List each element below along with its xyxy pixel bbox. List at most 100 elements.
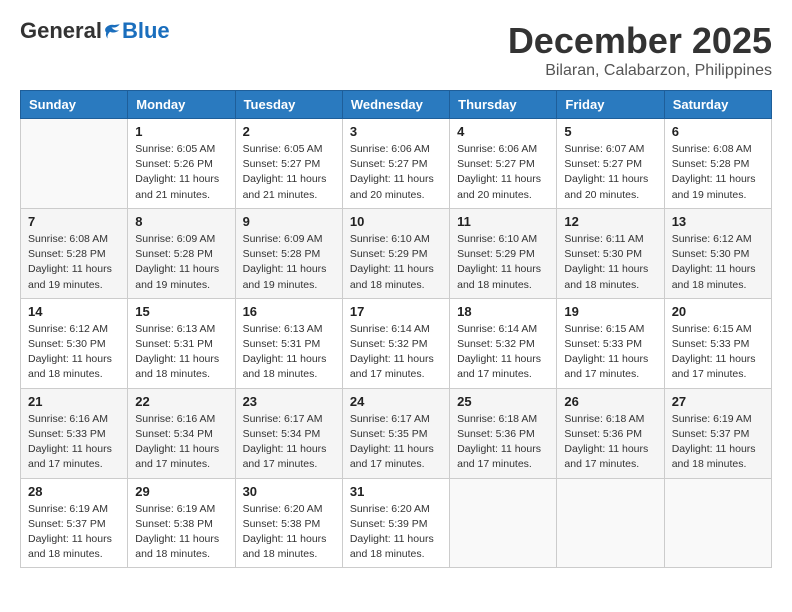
day-info: Sunrise: 6:14 AM Sunset: 5:32 PM Dayligh… [457, 322, 549, 383]
calendar-header-row: SundayMondayTuesdayWednesdayThursdayFrid… [21, 91, 772, 119]
day-number: 30 [243, 484, 335, 499]
day-info: Sunrise: 6:20 AM Sunset: 5:39 PM Dayligh… [350, 502, 442, 563]
day-number: 2 [243, 124, 335, 139]
calendar-week-row: 7 Sunrise: 6:08 AM Sunset: 5:28 PM Daylig… [21, 208, 772, 298]
day-number: 15 [135, 304, 227, 319]
calendar-cell: 19 Sunrise: 6:15 AM Sunset: 5:33 PM Dayli… [557, 298, 664, 388]
day-number: 22 [135, 394, 227, 409]
day-info: Sunrise: 6:05 AM Sunset: 5:27 PM Dayligh… [243, 142, 335, 203]
day-info: Sunrise: 6:20 AM Sunset: 5:38 PM Dayligh… [243, 502, 335, 563]
calendar-cell: 1 Sunrise: 6:05 AM Sunset: 5:26 PM Daylig… [128, 119, 235, 209]
day-number: 11 [457, 214, 549, 229]
day-number: 7 [28, 214, 120, 229]
day-number: 20 [672, 304, 764, 319]
day-number: 4 [457, 124, 549, 139]
logo: General Blue [20, 20, 170, 42]
day-info: Sunrise: 6:09 AM Sunset: 5:28 PM Dayligh… [243, 232, 335, 293]
day-info: Sunrise: 6:18 AM Sunset: 5:36 PM Dayligh… [457, 412, 549, 473]
calendar-week-row: 1 Sunrise: 6:05 AM Sunset: 5:26 PM Daylig… [21, 119, 772, 209]
day-number: 18 [457, 304, 549, 319]
day-number: 13 [672, 214, 764, 229]
calendar-cell: 27 Sunrise: 6:19 AM Sunset: 5:37 PM Dayli… [664, 388, 771, 478]
weekday-header-thursday: Thursday [450, 91, 557, 119]
day-info: Sunrise: 6:17 AM Sunset: 5:35 PM Dayligh… [350, 412, 442, 473]
calendar-cell: 2 Sunrise: 6:05 AM Sunset: 5:27 PM Daylig… [235, 119, 342, 209]
day-number: 28 [28, 484, 120, 499]
day-info: Sunrise: 6:06 AM Sunset: 5:27 PM Dayligh… [457, 142, 549, 203]
day-info: Sunrise: 6:15 AM Sunset: 5:33 PM Dayligh… [672, 322, 764, 383]
day-number: 1 [135, 124, 227, 139]
calendar-cell: 4 Sunrise: 6:06 AM Sunset: 5:27 PM Daylig… [450, 119, 557, 209]
day-number: 8 [135, 214, 227, 229]
day-info: Sunrise: 6:06 AM Sunset: 5:27 PM Dayligh… [350, 142, 442, 203]
day-info: Sunrise: 6:05 AM Sunset: 5:26 PM Dayligh… [135, 142, 227, 203]
calendar-cell: 30 Sunrise: 6:20 AM Sunset: 5:38 PM Dayli… [235, 478, 342, 568]
calendar-cell: 31 Sunrise: 6:20 AM Sunset: 5:39 PM Dayli… [342, 478, 449, 568]
calendar-cell [21, 119, 128, 209]
day-info: Sunrise: 6:13 AM Sunset: 5:31 PM Dayligh… [243, 322, 335, 383]
calendar-cell: 29Sunrise: 6:19 AM Sunset: 5:38 PM Dayli… [128, 478, 235, 568]
calendar-cell: 8Sunrise: 6:09 AM Sunset: 5:28 PM Daylig… [128, 208, 235, 298]
title-block: December 2025 Bilaran, Calabarzon, Phili… [508, 20, 772, 80]
day-number: 19 [564, 304, 656, 319]
day-number: 6 [672, 124, 764, 139]
calendar-cell: 11 Sunrise: 6:10 AM Sunset: 5:29 PM Dayli… [450, 208, 557, 298]
day-info: Sunrise: 6:11 AM Sunset: 5:30 PM Dayligh… [564, 232, 656, 293]
calendar-cell: 21Sunrise: 6:16 AM Sunset: 5:33 PM Dayli… [21, 388, 128, 478]
day-info: Sunrise: 6:18 AM Sunset: 5:36 PM Dayligh… [564, 412, 656, 473]
calendar-week-row: 14Sunrise: 6:12 AM Sunset: 5:30 PM Dayli… [21, 298, 772, 388]
calendar-table: SundayMondayTuesdayWednesdayThursdayFrid… [20, 90, 772, 568]
day-info: Sunrise: 6:10 AM Sunset: 5:29 PM Dayligh… [457, 232, 549, 293]
calendar-cell: 16 Sunrise: 6:13 AM Sunset: 5:31 PM Dayli… [235, 298, 342, 388]
day-info: Sunrise: 6:14 AM Sunset: 5:32 PM Dayligh… [350, 322, 442, 383]
day-info: Sunrise: 6:07 AM Sunset: 5:27 PM Dayligh… [564, 142, 656, 203]
calendar-cell [450, 478, 557, 568]
logo-general-text: General [20, 20, 102, 42]
weekday-header-friday: Friday [557, 91, 664, 119]
calendar-cell: 18 Sunrise: 6:14 AM Sunset: 5:32 PM Dayli… [450, 298, 557, 388]
weekday-header-monday: Monday [128, 91, 235, 119]
day-info: Sunrise: 6:19 AM Sunset: 5:38 PM Dayligh… [135, 502, 227, 563]
calendar-cell: 24Sunrise: 6:17 AM Sunset: 5:35 PM Dayli… [342, 388, 449, 478]
day-info: Sunrise: 6:15 AM Sunset: 5:33 PM Dayligh… [564, 322, 656, 383]
page-header: General Blue December 2025 Bilaran, Cala… [20, 20, 772, 80]
calendar-cell: 3 Sunrise: 6:06 AM Sunset: 5:27 PM Daylig… [342, 119, 449, 209]
day-number: 16 [243, 304, 335, 319]
day-info: Sunrise: 6:17 AM Sunset: 5:34 PM Dayligh… [243, 412, 335, 473]
day-info: Sunrise: 6:19 AM Sunset: 5:37 PM Dayligh… [28, 502, 120, 563]
day-number: 27 [672, 394, 764, 409]
calendar-cell: 13Sunrise: 6:12 AM Sunset: 5:30 PM Dayli… [664, 208, 771, 298]
day-info: Sunrise: 6:19 AM Sunset: 5:37 PM Dayligh… [672, 412, 764, 473]
weekday-header-wednesday: Wednesday [342, 91, 449, 119]
calendar-cell: 28 Sunrise: 6:19 AM Sunset: 5:37 PM Dayli… [21, 478, 128, 568]
calendar-cell: 17 Sunrise: 6:14 AM Sunset: 5:32 PM Dayli… [342, 298, 449, 388]
day-info: Sunrise: 6:10 AM Sunset: 5:29 PM Dayligh… [350, 232, 442, 293]
calendar-cell: 5Sunrise: 6:07 AM Sunset: 5:27 PM Daylig… [557, 119, 664, 209]
logo-blue-text: Blue [122, 20, 170, 42]
day-number: 14 [28, 304, 120, 319]
calendar-cell: 14Sunrise: 6:12 AM Sunset: 5:30 PM Dayli… [21, 298, 128, 388]
calendar-cell: 7 Sunrise: 6:08 AM Sunset: 5:28 PM Daylig… [21, 208, 128, 298]
day-info: Sunrise: 6:16 AM Sunset: 5:33 PM Dayligh… [28, 412, 120, 473]
day-number: 12 [564, 214, 656, 229]
calendar-cell: 10 Sunrise: 6:10 AM Sunset: 5:29 PM Dayli… [342, 208, 449, 298]
day-info: Sunrise: 6:13 AM Sunset: 5:31 PM Dayligh… [135, 322, 227, 383]
calendar-cell: 25 Sunrise: 6:18 AM Sunset: 5:36 PM Dayli… [450, 388, 557, 478]
calendar-week-row: 21Sunrise: 6:16 AM Sunset: 5:33 PM Dayli… [21, 388, 772, 478]
day-number: 31 [350, 484, 442, 499]
calendar-cell [557, 478, 664, 568]
calendar-cell: 22Sunrise: 6:16 AM Sunset: 5:34 PM Dayli… [128, 388, 235, 478]
day-number: 25 [457, 394, 549, 409]
day-info: Sunrise: 6:08 AM Sunset: 5:28 PM Dayligh… [28, 232, 120, 293]
calendar-cell: 9Sunrise: 6:09 AM Sunset: 5:28 PM Daylig… [235, 208, 342, 298]
month-title: December 2025 [508, 20, 772, 62]
day-number: 26 [564, 394, 656, 409]
day-number: 10 [350, 214, 442, 229]
calendar-cell [664, 478, 771, 568]
day-number: 3 [350, 124, 442, 139]
logo-bird-icon [104, 22, 122, 40]
day-number: 17 [350, 304, 442, 319]
location-text: Bilaran, Calabarzon, Philippines [508, 62, 772, 80]
weekday-header-sunday: Sunday [21, 91, 128, 119]
day-info: Sunrise: 6:08 AM Sunset: 5:28 PM Dayligh… [672, 142, 764, 203]
